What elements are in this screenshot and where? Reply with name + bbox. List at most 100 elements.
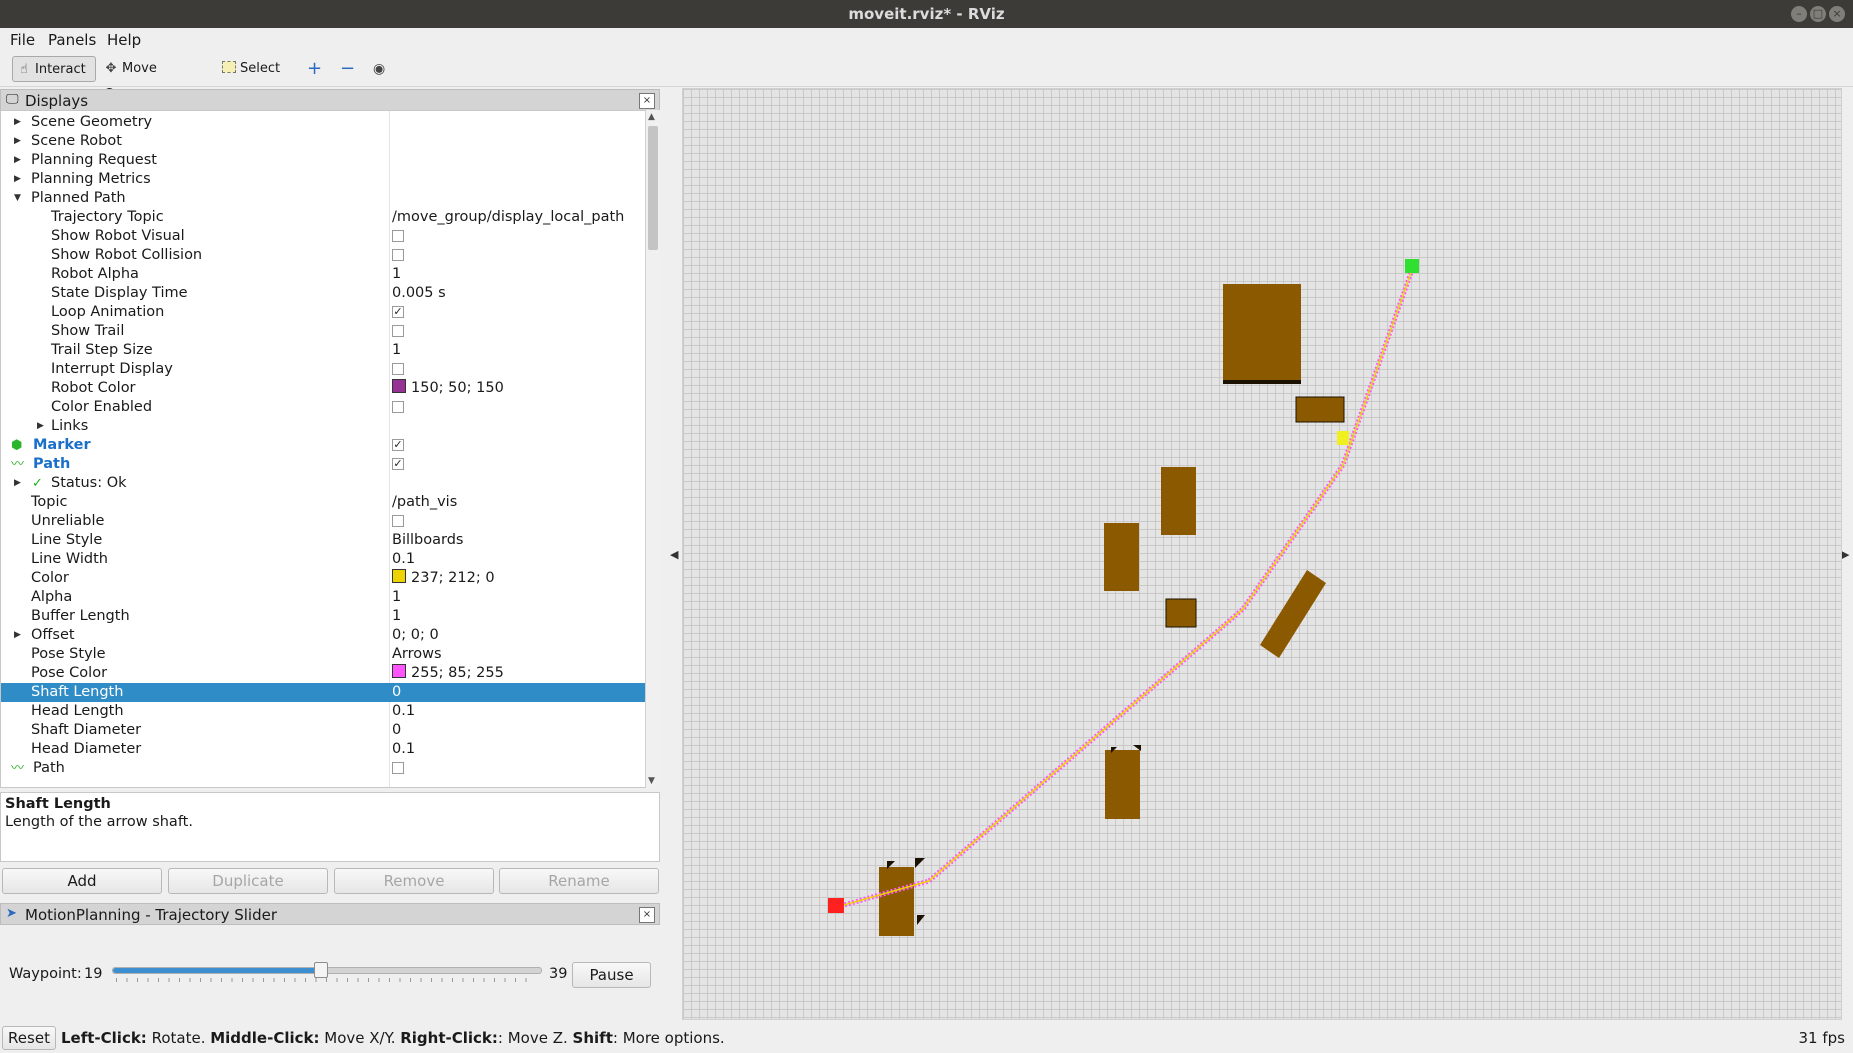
property-value[interactable]: Arrows [392,645,442,664]
property-row[interactable]: ▶ ✓ Status: Ok [1,474,645,493]
property-row[interactable]: Robot Alpha 1 [1,265,645,284]
property-row[interactable]: ▼ Planned Path [1,189,645,208]
expand-right-arrow-icon[interactable]: ▶ [14,151,21,170]
property-value[interactable]: 237; 212; 0 [392,569,495,588]
expand-right-arrow-icon[interactable]: ▶ [14,474,21,493]
menu-file[interactable]: File [10,31,35,49]
reset-button[interactable]: Reset [2,1026,56,1050]
property-value[interactable]: Billboards [392,531,463,550]
expand-right-arrow-icon[interactable]: ▶ [14,113,21,132]
menu-panels[interactable]: Panels [48,31,96,49]
remove-button[interactable]: Remove [334,868,494,894]
property-row[interactable]: Line Width 0.1 [1,550,645,569]
property-value[interactable]: /move_group/display_local_path [392,208,624,227]
property-checkbox[interactable] [392,515,404,527]
property-row[interactable]: State Display Time 0.005 s [1,284,645,303]
view-options-icon[interactable]: ◉ [369,56,397,82]
collapse-left-arrow-icon[interactable]: ◀ [670,548,678,561]
property-row[interactable]: Unreliable [1,512,645,531]
property-row[interactable]: Head Length 0.1 [1,702,645,721]
property-checkbox[interactable] [392,249,404,261]
property-checkbox[interactable] [392,401,404,413]
property-row[interactable]: Buffer Length 1 [1,607,645,626]
property-row[interactable]: Show Robot Collision [1,246,645,265]
expand-down-arrow-icon[interactable]: ▼ [14,189,21,208]
property-row[interactable]: Line Style Billboards [1,531,645,550]
property-row[interactable]: Trail Step Size 1 [1,341,645,360]
property-row[interactable]: 〰 Path ✓ [1,455,645,474]
property-row[interactable]: 〰 Path [1,759,645,778]
displays-scrollbar[interactable]: ▲ ▼ [645,110,660,788]
displays-tree[interactable]: ▶ Scene Geometry ▶ Scene Robot ▶ Planning Req… [0,110,646,788]
expand-right-arrow-icon[interactable]: ▶ [14,170,21,189]
property-value[interactable]: 0.1 [392,702,415,721]
property-checkbox[interactable] [392,325,404,337]
property-value[interactable]: 1 [392,341,401,360]
property-row[interactable]: ▶ Scene Geometry [1,113,645,132]
property-row[interactable]: Trajectory Topic/move_group/display_loca… [1,208,645,227]
property-row[interactable]: Show Robot Visual [1,227,645,246]
property-row[interactable]: ▶ Planning Metrics [1,170,645,189]
scrollbar-thumb[interactable] [648,126,658,250]
property-value[interactable]: 255; 85; 255 [392,664,504,683]
scroll-down-icon[interactable]: ▼ [648,776,655,786]
close-panel-icon[interactable]: × [639,93,655,109]
expand-right-arrow-icon[interactable]: ▶ [14,626,21,645]
property-checkbox[interactable]: ✓ [392,439,404,451]
maximize-icon[interactable]: □ [1810,6,1826,22]
menu-help[interactable]: Help [107,31,141,49]
property-value[interactable]: 0.005 s [392,284,446,303]
property-row[interactable]: Color Enabled [1,398,645,417]
property-row[interactable]: ▶ Links [1,417,645,436]
property-row[interactable]: Shaft Diameter 0 [1,721,645,740]
property-row[interactable]: ▶ Planning Request [1,151,645,170]
property-checkbox[interactable]: ✓ [392,458,404,470]
property-value[interactable]: 1 [392,588,401,607]
minimize-icon[interactable]: – [1791,6,1807,22]
property-value[interactable]: 1 [392,265,401,284]
remove-tool-icon[interactable]: − [336,56,362,82]
property-row[interactable]: Interrupt Display [1,360,645,379]
select-tool-button[interactable]: Select [218,56,290,82]
property-value[interactable]: 0.1 [392,740,415,759]
property-value[interactable]: 1 [392,607,401,626]
property-row[interactable]: ▶ Scene Robot [1,132,645,151]
expand-right-arrow-icon[interactable]: ▶ [14,132,21,151]
add-tool-icon[interactable]: + [303,56,329,82]
expand-right-arrow-icon[interactable]: ▶ [37,417,44,436]
add-button[interactable]: Add [2,868,162,894]
property-row[interactable]: Color 237; 212; 0 [1,569,645,588]
property-row[interactable]: Alpha 1 [1,588,645,607]
close-window-icon[interactable]: × [1829,6,1845,22]
property-value[interactable]: /path_vis [392,493,457,512]
property-row[interactable]: Loop Animation ✓ [1,303,645,322]
obstacles [879,284,1345,936]
property-row[interactable]: Robot Color 150; 50; 150 [1,379,645,398]
interact-tool-button[interactable]: ☝ Interact [12,56,96,82]
close-slider-panel-icon[interactable]: × [639,907,655,923]
property-row[interactable]: ⬢ Marker ✓ [1,436,645,455]
property-row[interactable]: Pose Color 255; 85; 255 [1,664,645,683]
pause-button[interactable]: Pause [572,962,651,988]
property-checkbox[interactable] [392,762,404,774]
property-row[interactable]: ▶ Offset 0; 0; 0 [1,626,645,645]
move-camera-tool-button[interactable]: ✥Move Camera [100,56,210,102]
property-value[interactable]: 0 [392,721,401,740]
property-checkbox[interactable] [392,230,404,242]
property-row[interactable]: Head Diameter 0.1 [1,740,645,759]
rename-button[interactable]: Rename [499,868,659,894]
property-row[interactable]: Pose Style Arrows [1,645,645,664]
property-value[interactable]: 150; 50; 150 [392,379,504,398]
3d-render-viewport[interactable] [682,88,1842,1020]
duplicate-button[interactable]: Duplicate [168,868,328,894]
property-row[interactable]: Show Trail [1,322,645,341]
scroll-up-icon[interactable]: ▲ [648,112,655,122]
waypoint-slider-handle[interactable] [314,962,329,978]
property-checkbox[interactable]: ✓ [392,306,404,318]
property-value[interactable]: 0; 0; 0 [392,626,439,645]
property-row[interactable]: Topic/path_vis [1,493,645,512]
property-value[interactable]: 0.1 [392,550,415,569]
property-value[interactable]: 0 [392,683,401,702]
property-checkbox[interactable] [392,363,404,375]
property-row[interactable]: Shaft Length 0 [1,683,645,702]
